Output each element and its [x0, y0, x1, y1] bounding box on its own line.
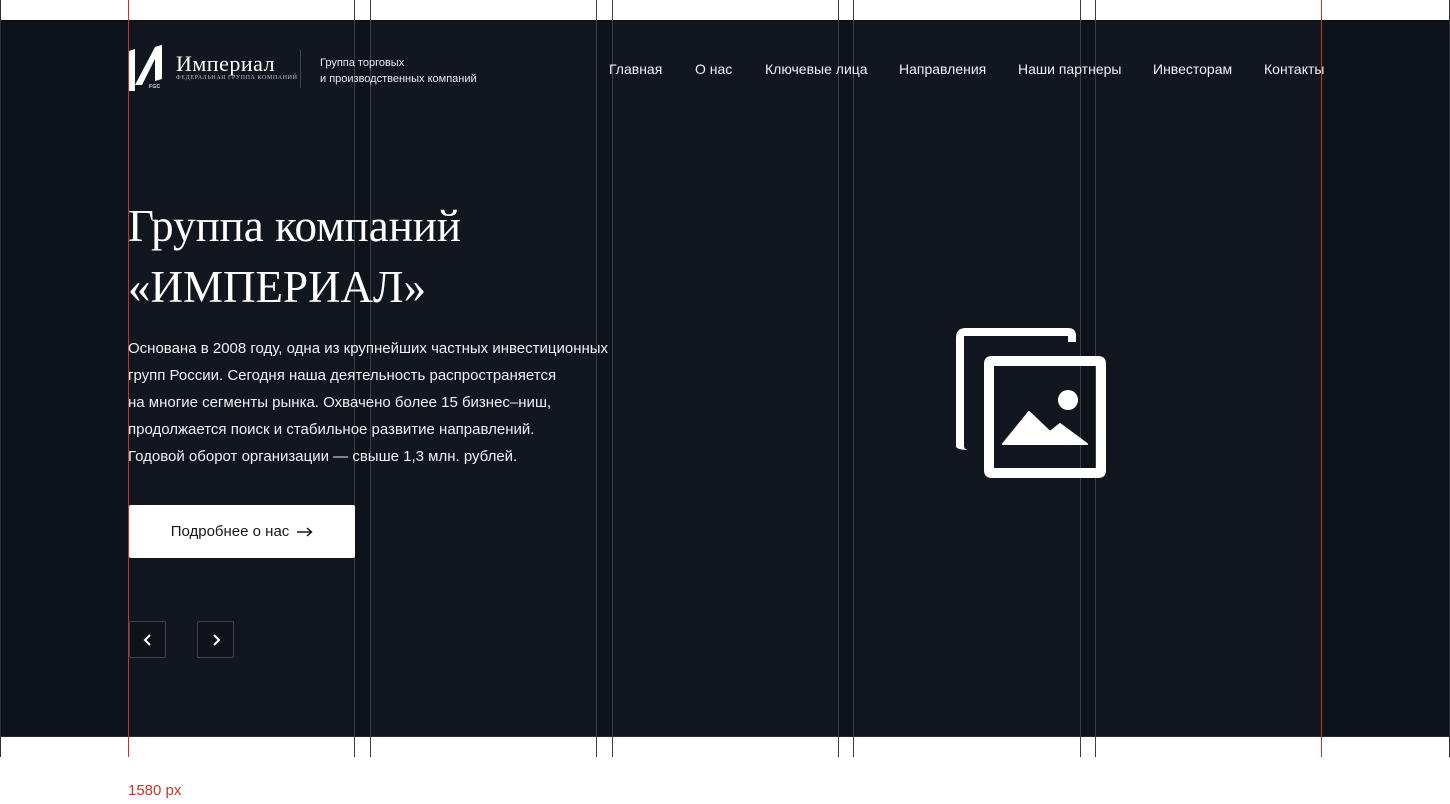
- tagline-line: и производственных компаний: [320, 73, 477, 85]
- hero-title: Группа компаний «ИМПЕРИАЛ»: [128, 196, 461, 318]
- about-us-button-label: Подробнее о нас: [170, 523, 290, 540]
- chevron-left-icon: [143, 633, 151, 646]
- carousel-next-button[interactable]: [197, 621, 234, 658]
- header-tagline: Группа торговых и производственных компа…: [320, 55, 477, 87]
- nav-item-investors[interactable]: Инвесторам: [1153, 61, 1264, 77]
- main-nav: Главная О нас Ключевые лица Направления …: [609, 61, 1324, 77]
- arrow-right-icon: [297, 526, 313, 537]
- hero-text-line: Годовой оборот организации — свыше 1,3 м…: [128, 448, 518, 465]
- image-gallery-icon: [956, 328, 1106, 478]
- nav-item-directions[interactable]: Направления: [899, 61, 1018, 77]
- header-divider: [300, 50, 301, 88]
- hero-text-line: на многие сегменты рынка. Охвачено более…: [128, 394, 552, 411]
- tagline-line: Группа торговых: [320, 57, 405, 69]
- nav-item-partners[interactable]: Наши партнеры: [1018, 61, 1153, 77]
- logo-wordmark[interactable]: Империал: [176, 51, 275, 77]
- hero-title-line: Группа компаний: [128, 201, 461, 251]
- nav-item-about[interactable]: О нас: [695, 61, 765, 77]
- nav-item-home[interactable]: Главная: [609, 61, 695, 77]
- nav-item-key-people[interactable]: Ключевые лица: [765, 61, 899, 77]
- chevron-right-icon: [212, 633, 220, 646]
- logo-abbreviation: FGC: [149, 84, 161, 90]
- hero-text-line: Основана в 2008 году, одна из крупнейших…: [128, 340, 609, 357]
- hero-text-line: продолжается поиск и стабильное развитие…: [128, 421, 535, 438]
- carousel-prev-button[interactable]: [129, 621, 166, 658]
- about-us-button[interactable]: Подробнее о нас: [129, 505, 355, 558]
- layout-width-note: 1580 px: [128, 782, 182, 799]
- hero-text-line: групп России. Сегодня наша деятельность …: [128, 367, 557, 384]
- nav-item-contacts[interactable]: Контакты: [1264, 61, 1324, 77]
- hero-title-line: «ИМПЕРИАЛ»: [128, 262, 427, 312]
- logo-subtitle: ФЕДЕРАЛЬНАЯ ГРУППА КОМПАНИЙ: [176, 75, 298, 81]
- hero-description: Основана в 2008 году, одна из крупнейших…: [128, 335, 628, 470]
